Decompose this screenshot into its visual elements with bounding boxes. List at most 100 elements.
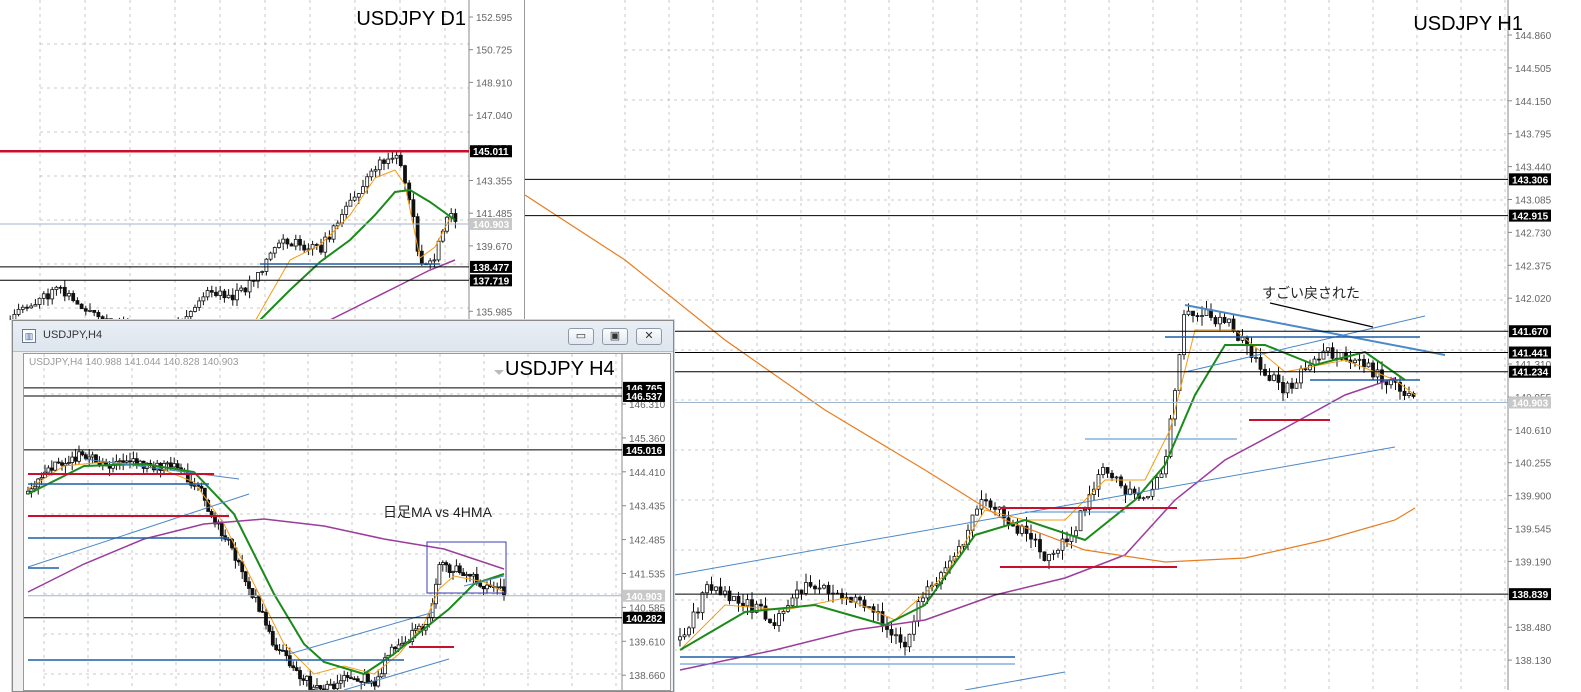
h4-chart-window[interactable]: ▥ USDJPY,H4 ▭ ▣ ✕ 146.310 145.360 144.410 1… <box>12 320 674 692</box>
candle-body <box>790 597 795 607</box>
candle-body <box>390 157 395 160</box>
candle-body <box>894 634 898 637</box>
candle-body <box>318 685 323 690</box>
candle-body <box>39 477 44 480</box>
candle-body <box>478 582 483 587</box>
candle-body <box>218 290 223 296</box>
candle-body <box>457 565 462 574</box>
candle-body <box>121 460 126 463</box>
candle-body <box>741 602 745 607</box>
candle-body <box>247 581 251 589</box>
candle-body <box>264 611 268 626</box>
price-tick-label: 139.545 <box>1515 525 1552 536</box>
candle-body <box>369 170 374 178</box>
candle-body <box>83 454 88 460</box>
candle-body <box>352 678 357 681</box>
candle-body <box>226 294 231 299</box>
d1-chart-pane[interactable]: 152.595150.725148.910147.040145.170143.3… <box>0 0 522 320</box>
candle-body <box>328 683 333 686</box>
candle-body <box>66 462 71 464</box>
h1-chart-title: USDJPY H1 <box>1413 13 1523 35</box>
candle-body <box>768 618 772 623</box>
current-price-label: 140.903 <box>626 592 663 603</box>
candle-body <box>1078 510 1083 532</box>
candle-body <box>327 236 332 240</box>
restore-icon: ▣ <box>609 330 621 342</box>
candle-body <box>338 680 343 684</box>
price-tick-label: 140.255 <box>1515 459 1552 470</box>
candle-body <box>293 239 298 247</box>
price-tick-label: 140.610 <box>1515 426 1552 437</box>
candle-body <box>400 643 404 646</box>
candle-body <box>1146 495 1150 499</box>
h4-title-bar[interactable]: ▥ USDJPY,H4 ▭ ▣ ✕ <box>13 321 673 352</box>
candle-body <box>308 675 313 690</box>
candle-body <box>1119 476 1123 487</box>
candle-body <box>1222 316 1227 323</box>
candle-body <box>131 458 136 463</box>
close-button[interactable]: ✕ <box>636 328 662 345</box>
candle-body <box>759 603 763 607</box>
h4-window-title: USDJPY,H4 <box>43 329 103 341</box>
candle-body <box>451 571 455 573</box>
minimize-icon: ▭ <box>575 330 587 342</box>
minimize-button[interactable]: ▭ <box>568 328 594 345</box>
candle-body <box>188 311 193 317</box>
candle-body <box>90 454 95 458</box>
candle-body <box>705 584 709 594</box>
candle-body <box>1015 525 1020 534</box>
candle-body <box>87 456 92 460</box>
candle-body <box>73 456 78 462</box>
candle-body <box>226 538 231 541</box>
h1-chart-pane[interactable]: 144.860 144.505 144.150 143.795 143.440 143.0… <box>524 0 1581 690</box>
candle-body <box>1101 467 1105 475</box>
price-tick-label: 139.670 <box>476 242 513 253</box>
candle-body <box>907 633 912 648</box>
candle-body <box>239 287 244 291</box>
candle-body <box>1141 497 1146 500</box>
candle-body <box>687 627 691 636</box>
candle-body <box>175 463 180 469</box>
h1-chart[interactable]: 144.860144.505144.150143.795143.440143.0… <box>525 0 1581 690</box>
price-tick-label: 142.375 <box>1515 261 1552 272</box>
price-tick-label: 139.610 <box>629 637 666 648</box>
price-tick-label: 139.190 <box>1515 557 1552 568</box>
candle-body <box>916 601 921 622</box>
candle-body <box>172 463 177 468</box>
h4-chart[interactable]: 146.310145.360144.410143.435142.485141.5… <box>24 354 670 690</box>
d1-chart[interactable]: 152.595150.725148.910147.040145.170143.3… <box>0 0 522 320</box>
candle-body <box>1123 485 1128 496</box>
price-label: 142.915 <box>1512 212 1549 223</box>
candle-body <box>219 521 224 537</box>
candle-body <box>1254 357 1258 359</box>
candle-body <box>1281 382 1285 394</box>
candle-body <box>294 667 299 671</box>
price-tick-label: 143.440 <box>1515 163 1552 174</box>
candle-body <box>60 462 64 466</box>
price-tick-label: 145.360 <box>629 434 666 445</box>
candle-body <box>319 244 323 253</box>
candle-body <box>49 467 54 471</box>
price-tick-label: 147.040 <box>476 111 513 122</box>
h4-chart-pane[interactable]: 146.310 145.360 144.410 143.435 142.485 141.5… <box>23 353 671 691</box>
candle-body <box>274 644 279 651</box>
candle-body <box>1038 539 1042 553</box>
h4-annotation: 日足MA vs 4HMA <box>383 504 492 520</box>
candle-body <box>63 463 68 466</box>
price-label: 145.011 <box>473 147 509 158</box>
candle-body <box>1042 551 1047 562</box>
candle-body <box>471 573 476 577</box>
candle-body <box>243 287 248 293</box>
candle-body <box>1366 362 1371 368</box>
candle-body <box>70 456 75 463</box>
candle-body <box>25 306 29 309</box>
candle-body <box>1065 538 1069 542</box>
h4-chart-title: USDJPY H4 <box>505 358 615 380</box>
candle-body <box>394 154 399 159</box>
candle-body <box>256 272 260 282</box>
restore-button[interactable]: ▣ <box>602 328 628 345</box>
candle-body <box>348 199 353 207</box>
candle-body <box>1402 390 1407 396</box>
price-tick-label: 138.660 <box>629 671 666 682</box>
candle-body <box>1267 374 1272 381</box>
